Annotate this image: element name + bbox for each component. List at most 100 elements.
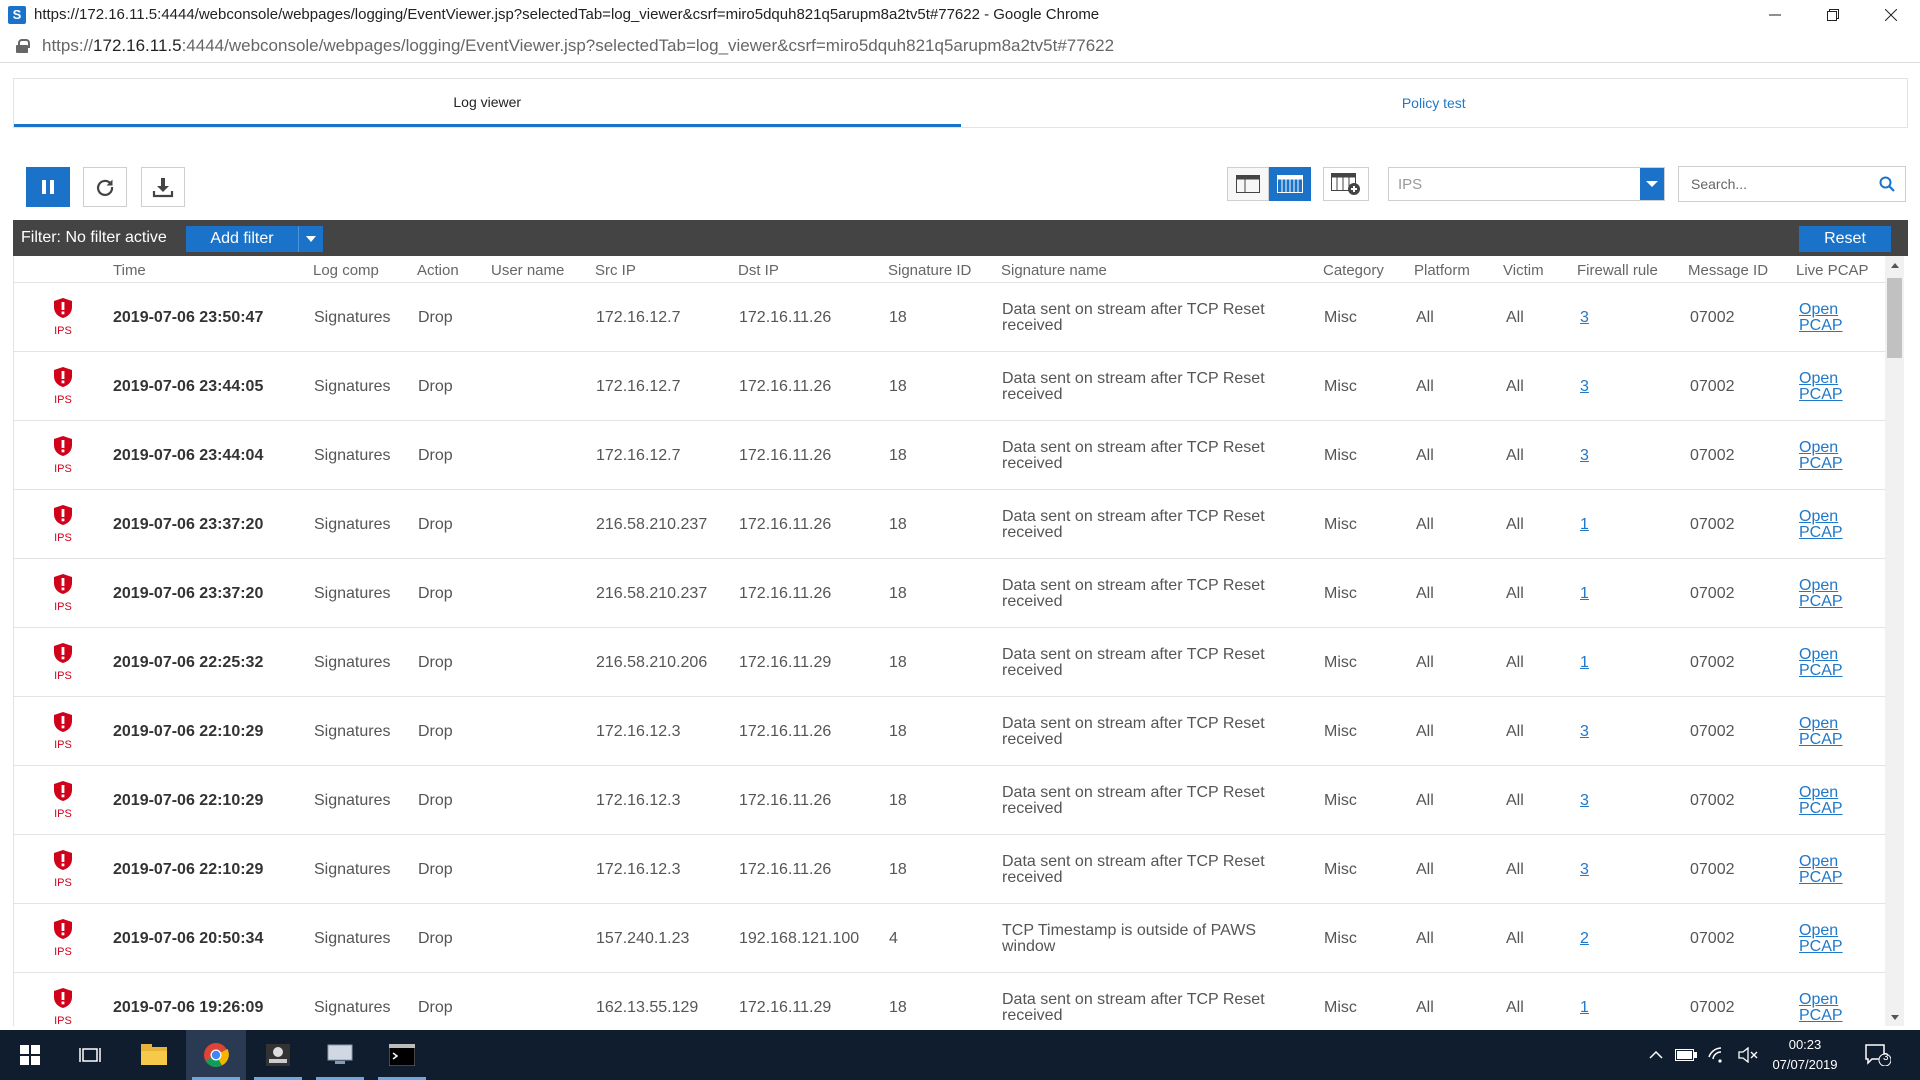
detailed-view-button[interactable]: [1227, 167, 1269, 201]
download-button[interactable]: [141, 167, 185, 207]
category-cell: Misc: [1324, 722, 1357, 740]
chevron-down-icon[interactable]: [1640, 168, 1664, 200]
reset-button[interactable]: Reset: [1799, 226, 1891, 252]
victim-cell: All: [1506, 377, 1524, 395]
column-header-src-ip[interactable]: Src IP: [595, 262, 636, 279]
firewall-rule-link[interactable]: 1: [1580, 654, 1589, 672]
severity-indicator: IPS: [41, 297, 85, 337]
victim-cell: All: [1506, 653, 1524, 671]
table-row[interactable]: IPS 2019-07-06 20:50:34 Signatures Drop 157.…: [14, 904, 1886, 973]
search-icon[interactable]: [1879, 176, 1895, 197]
search-input[interactable]: [1679, 167, 1869, 201]
severity-indicator: IPS: [41, 711, 85, 751]
table-row[interactable]: IPS 2019-07-06 23:50:47 Signatures Drop 172.…: [14, 283, 1886, 352]
firewall-rule-link[interactable]: 1: [1580, 585, 1589, 603]
pause-button[interactable]: [26, 167, 70, 207]
src-ip-cell: 172.16.12.7: [596, 446, 681, 464]
signature-name-cell: Data sent on stream after TCP Reset rece…: [1002, 369, 1265, 403]
column-header-message-id[interactable]: Message ID: [1688, 262, 1768, 279]
firewall-rule-link[interactable]: 3: [1580, 447, 1589, 465]
show-hidden-icons-button[interactable]: [1644, 1030, 1668, 1080]
chrome-taskbar-button[interactable]: [186, 1030, 246, 1080]
refresh-button[interactable]: [83, 167, 127, 207]
firewall-rule-link[interactable]: 3: [1580, 378, 1589, 396]
url-text[interactable]: https://172.16.11.5:4444/webconsole/webp…: [42, 36, 1114, 56]
column-header-firewall-rule[interactable]: Firewall rule: [1577, 262, 1658, 279]
column-header-signature-name[interactable]: Signature name: [1001, 262, 1107, 279]
open-pcap-link[interactable]: Open PCAP: [1799, 922, 1843, 955]
column-header-live-pcap[interactable]: Live PCAP: [1796, 262, 1869, 279]
firewall-rule-link[interactable]: 3: [1580, 861, 1589, 879]
open-pcap-link[interactable]: Open PCAP: [1799, 646, 1843, 679]
victim-cell: All: [1506, 860, 1524, 878]
column-header-dst-ip[interactable]: Dst IP: [738, 262, 779, 279]
column-header-category[interactable]: Category: [1323, 262, 1384, 279]
restore-button[interactable]: [1804, 0, 1862, 29]
firewall-rule-link[interactable]: 3: [1580, 723, 1589, 741]
open-pcap-link[interactable]: Open PCAP: [1799, 577, 1843, 610]
action-center-button[interactable]: 3: [1858, 1030, 1898, 1080]
victim-cell: All: [1506, 791, 1524, 809]
open-pcap-link[interactable]: Open PCAP: [1799, 439, 1843, 472]
open-pcap-link[interactable]: Open PCAP: [1799, 715, 1843, 748]
wifi-tray-button[interactable]: [1704, 1030, 1732, 1080]
firewall-rule-link[interactable]: 3: [1580, 792, 1589, 810]
table-row[interactable]: IPS 2019-07-06 23:37:20 Signatures Drop 216.…: [14, 559, 1886, 628]
column-header-signature-id[interactable]: Signature ID: [888, 262, 971, 279]
open-pcap-link[interactable]: Open PCAP: [1799, 301, 1843, 334]
signature-id-cell: 4: [889, 929, 898, 947]
tab-policy-test[interactable]: Policy test: [961, 79, 1908, 127]
open-pcap-link[interactable]: Open PCAP: [1799, 991, 1843, 1024]
vertical-scrollbar[interactable]: [1885, 256, 1904, 1026]
start-button[interactable]: [0, 1030, 60, 1080]
column-header-action[interactable]: Action: [417, 262, 459, 279]
column-header-platform[interactable]: Platform: [1414, 262, 1470, 279]
table-row[interactable]: IPS 2019-07-06 22:25:32 Signatures Drop 216.…: [14, 628, 1886, 697]
column-header-time[interactable]: Time: [113, 262, 146, 279]
open-pcap-link[interactable]: Open PCAP: [1799, 370, 1843, 403]
taskbar-clock[interactable]: 00:23 07/07/2019: [1770, 1035, 1840, 1075]
open-pcap-link[interactable]: Open PCAP: [1799, 508, 1843, 541]
table-row[interactable]: IPS 2019-07-06 22:10:29 Signatures Drop 172.…: [14, 766, 1886, 835]
open-pcap-link[interactable]: Open PCAP: [1799, 853, 1843, 886]
firewall-rule-link[interactable]: 1: [1580, 999, 1589, 1017]
column-header-victim[interactable]: Victim: [1503, 262, 1544, 279]
firewall-rule-link[interactable]: 1: [1580, 516, 1589, 534]
scroll-up-arrow-icon[interactable]: [1885, 256, 1904, 274]
close-button[interactable]: [1862, 0, 1920, 29]
scrollbar-thumb[interactable]: [1887, 278, 1902, 358]
table-row[interactable]: IPS 2019-07-06 22:10:29 Signatures Drop 172.…: [14, 697, 1886, 766]
table-row[interactable]: IPS 2019-07-06 23:37:20 Signatures Drop 216.…: [14, 490, 1886, 559]
command-prompt-taskbar-button[interactable]: [372, 1030, 432, 1080]
add-filter-button[interactable]: Add filter: [186, 226, 323, 252]
add-column-button[interactable]: [1323, 167, 1369, 201]
firewall-rule-link[interactable]: 3: [1580, 309, 1589, 327]
module-select[interactable]: IPS: [1388, 167, 1665, 201]
tab-log-viewer[interactable]: Log viewer: [14, 79, 961, 127]
open-pcap-link[interactable]: Open PCAP: [1799, 784, 1843, 817]
clock-time: 00:23: [1788, 1037, 1822, 1052]
column-header-log-comp[interactable]: Log comp: [313, 262, 379, 279]
scroll-down-arrow-icon[interactable]: [1885, 1008, 1904, 1026]
table-row[interactable]: IPS 2019-07-06 23:44:05 Signatures Drop 172.…: [14, 352, 1886, 421]
network-tool-taskbar-button[interactable]: [310, 1030, 370, 1080]
firewall-rule-cell: 2: [1580, 904, 1589, 973]
table-row[interactable]: IPS 2019-07-06 19:26:09 Signatures Drop 162.…: [14, 973, 1886, 1026]
column-header-user-name[interactable]: User name: [491, 262, 564, 279]
severity-label: IPS: [54, 532, 72, 544]
firewall-rule-cell: 3: [1580, 352, 1589, 421]
table-row[interactable]: IPS 2019-07-06 23:44:04 Signatures Drop 172.…: [14, 421, 1886, 490]
table-body: IPS 2019-07-06 23:50:47 Signatures Drop 172.…: [14, 283, 1886, 1026]
firewall-rule-link[interactable]: 2: [1580, 930, 1589, 948]
victim-cell: All: [1506, 446, 1524, 464]
file-explorer-taskbar-button[interactable]: [124, 1030, 184, 1080]
volume-tray-button[interactable]: [1734, 1030, 1762, 1080]
task-view-button[interactable]: [60, 1030, 120, 1080]
battery-tray-button[interactable]: [1672, 1030, 1700, 1080]
terminal-app-taskbar-button[interactable]: [248, 1030, 308, 1080]
address-bar[interactable]: https://172.16.11.5:4444/webconsole/webp…: [0, 29, 1920, 63]
chevron-down-icon[interactable]: [298, 226, 323, 252]
table-row[interactable]: IPS 2019-07-06 22:10:29 Signatures Drop 172.…: [14, 835, 1886, 904]
minimize-button[interactable]: [1746, 0, 1804, 29]
grid-view-button[interactable]: [1269, 167, 1311, 201]
